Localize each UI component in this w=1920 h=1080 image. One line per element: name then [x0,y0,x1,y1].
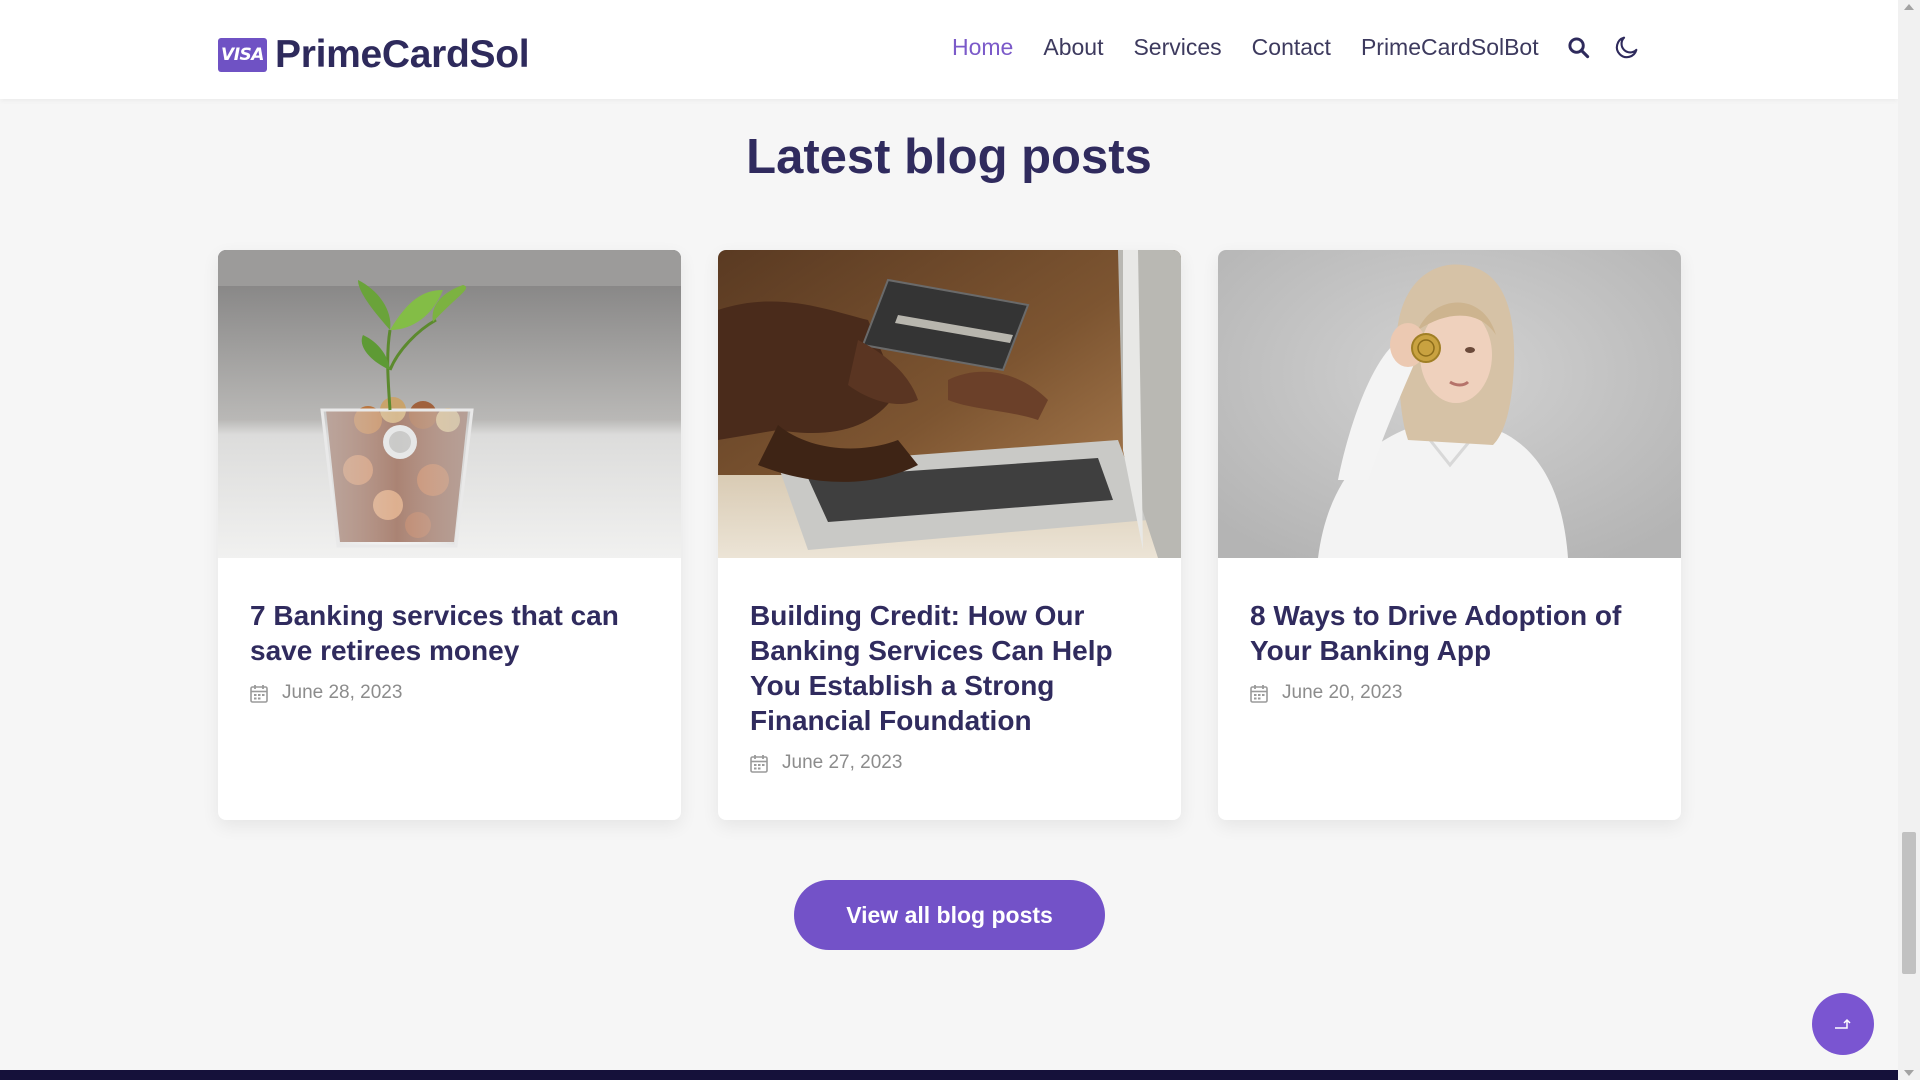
scroll-up-arrow-icon[interactable] [1904,4,1914,10]
blog-posts-grid: 7 Banking services that can save retiree… [218,250,1718,820]
visa-logo-icon: VISA [218,38,267,72]
card-body: 8 Ways to Drive Adoption of Your Banking… [1218,558,1681,704]
nav-contact[interactable]: Contact [1252,34,1331,61]
site-header: VISA PrimeCardSol Home About Services Co… [0,0,1898,99]
scroll-to-top-button[interactable] [1812,993,1874,1055]
logo-text: PrimeCardSol [275,33,530,76]
view-all-posts-button[interactable]: View all blog posts [794,880,1105,950]
post-date: June 20, 2023 [1250,682,1649,704]
scrollbar-thumb[interactable] [1902,832,1916,974]
post-date-text: June 28, 2023 [282,682,403,703]
nav-primecardsolbot[interactable]: PrimeCardSolBot [1361,34,1539,61]
logo[interactable]: VISA PrimeCardSol [218,33,530,77]
moon-icon[interactable] [1613,32,1641,62]
nav-services[interactable]: Services [1133,34,1221,61]
post-date-text: June 27, 2023 [782,752,903,773]
post-image-credit-card-laptop[interactable] [718,250,1181,558]
blog-card[interactable]: Building Credit: How Our Banking Service… [718,250,1181,820]
card-body: 7 Banking services that can save retiree… [218,558,681,704]
blog-card[interactable]: 8 Ways to Drive Adoption of Your Banking… [1218,250,1681,820]
blog-card[interactable]: 7 Banking services that can save retiree… [218,250,681,820]
nav-home[interactable]: Home [952,34,1013,61]
calendar-icon [250,684,268,703]
arrow-up-icon [1835,1018,1851,1029]
calendar-icon [750,754,768,773]
post-title[interactable]: 8 Ways to Drive Adoption of Your Banking… [1250,598,1649,668]
post-title[interactable]: Building Credit: How Our Banking Service… [750,598,1149,738]
nav-about[interactable]: About [1043,34,1103,61]
scroll-down-arrow-icon[interactable] [1904,1070,1914,1076]
post-date: June 27, 2023 [750,752,1149,774]
search-icon[interactable] [1565,32,1593,62]
post-date: June 28, 2023 [250,682,649,704]
footer-top-edge [0,1070,1898,1080]
post-image-woman-coin[interactable] [1218,250,1681,558]
main-nav: Home About Services Contact PrimeCardSol… [952,32,1641,62]
page-scrollbar[interactable] [1898,0,1920,1080]
post-date-text: June 20, 2023 [1282,682,1403,703]
post-title[interactable]: 7 Banking services that can save retiree… [250,598,649,668]
section-title: Latest blog posts [746,130,1152,184]
post-image-plant-jar[interactable] [218,250,681,558]
card-body: Building Credit: How Our Banking Service… [718,558,1181,774]
calendar-icon [1250,684,1268,703]
